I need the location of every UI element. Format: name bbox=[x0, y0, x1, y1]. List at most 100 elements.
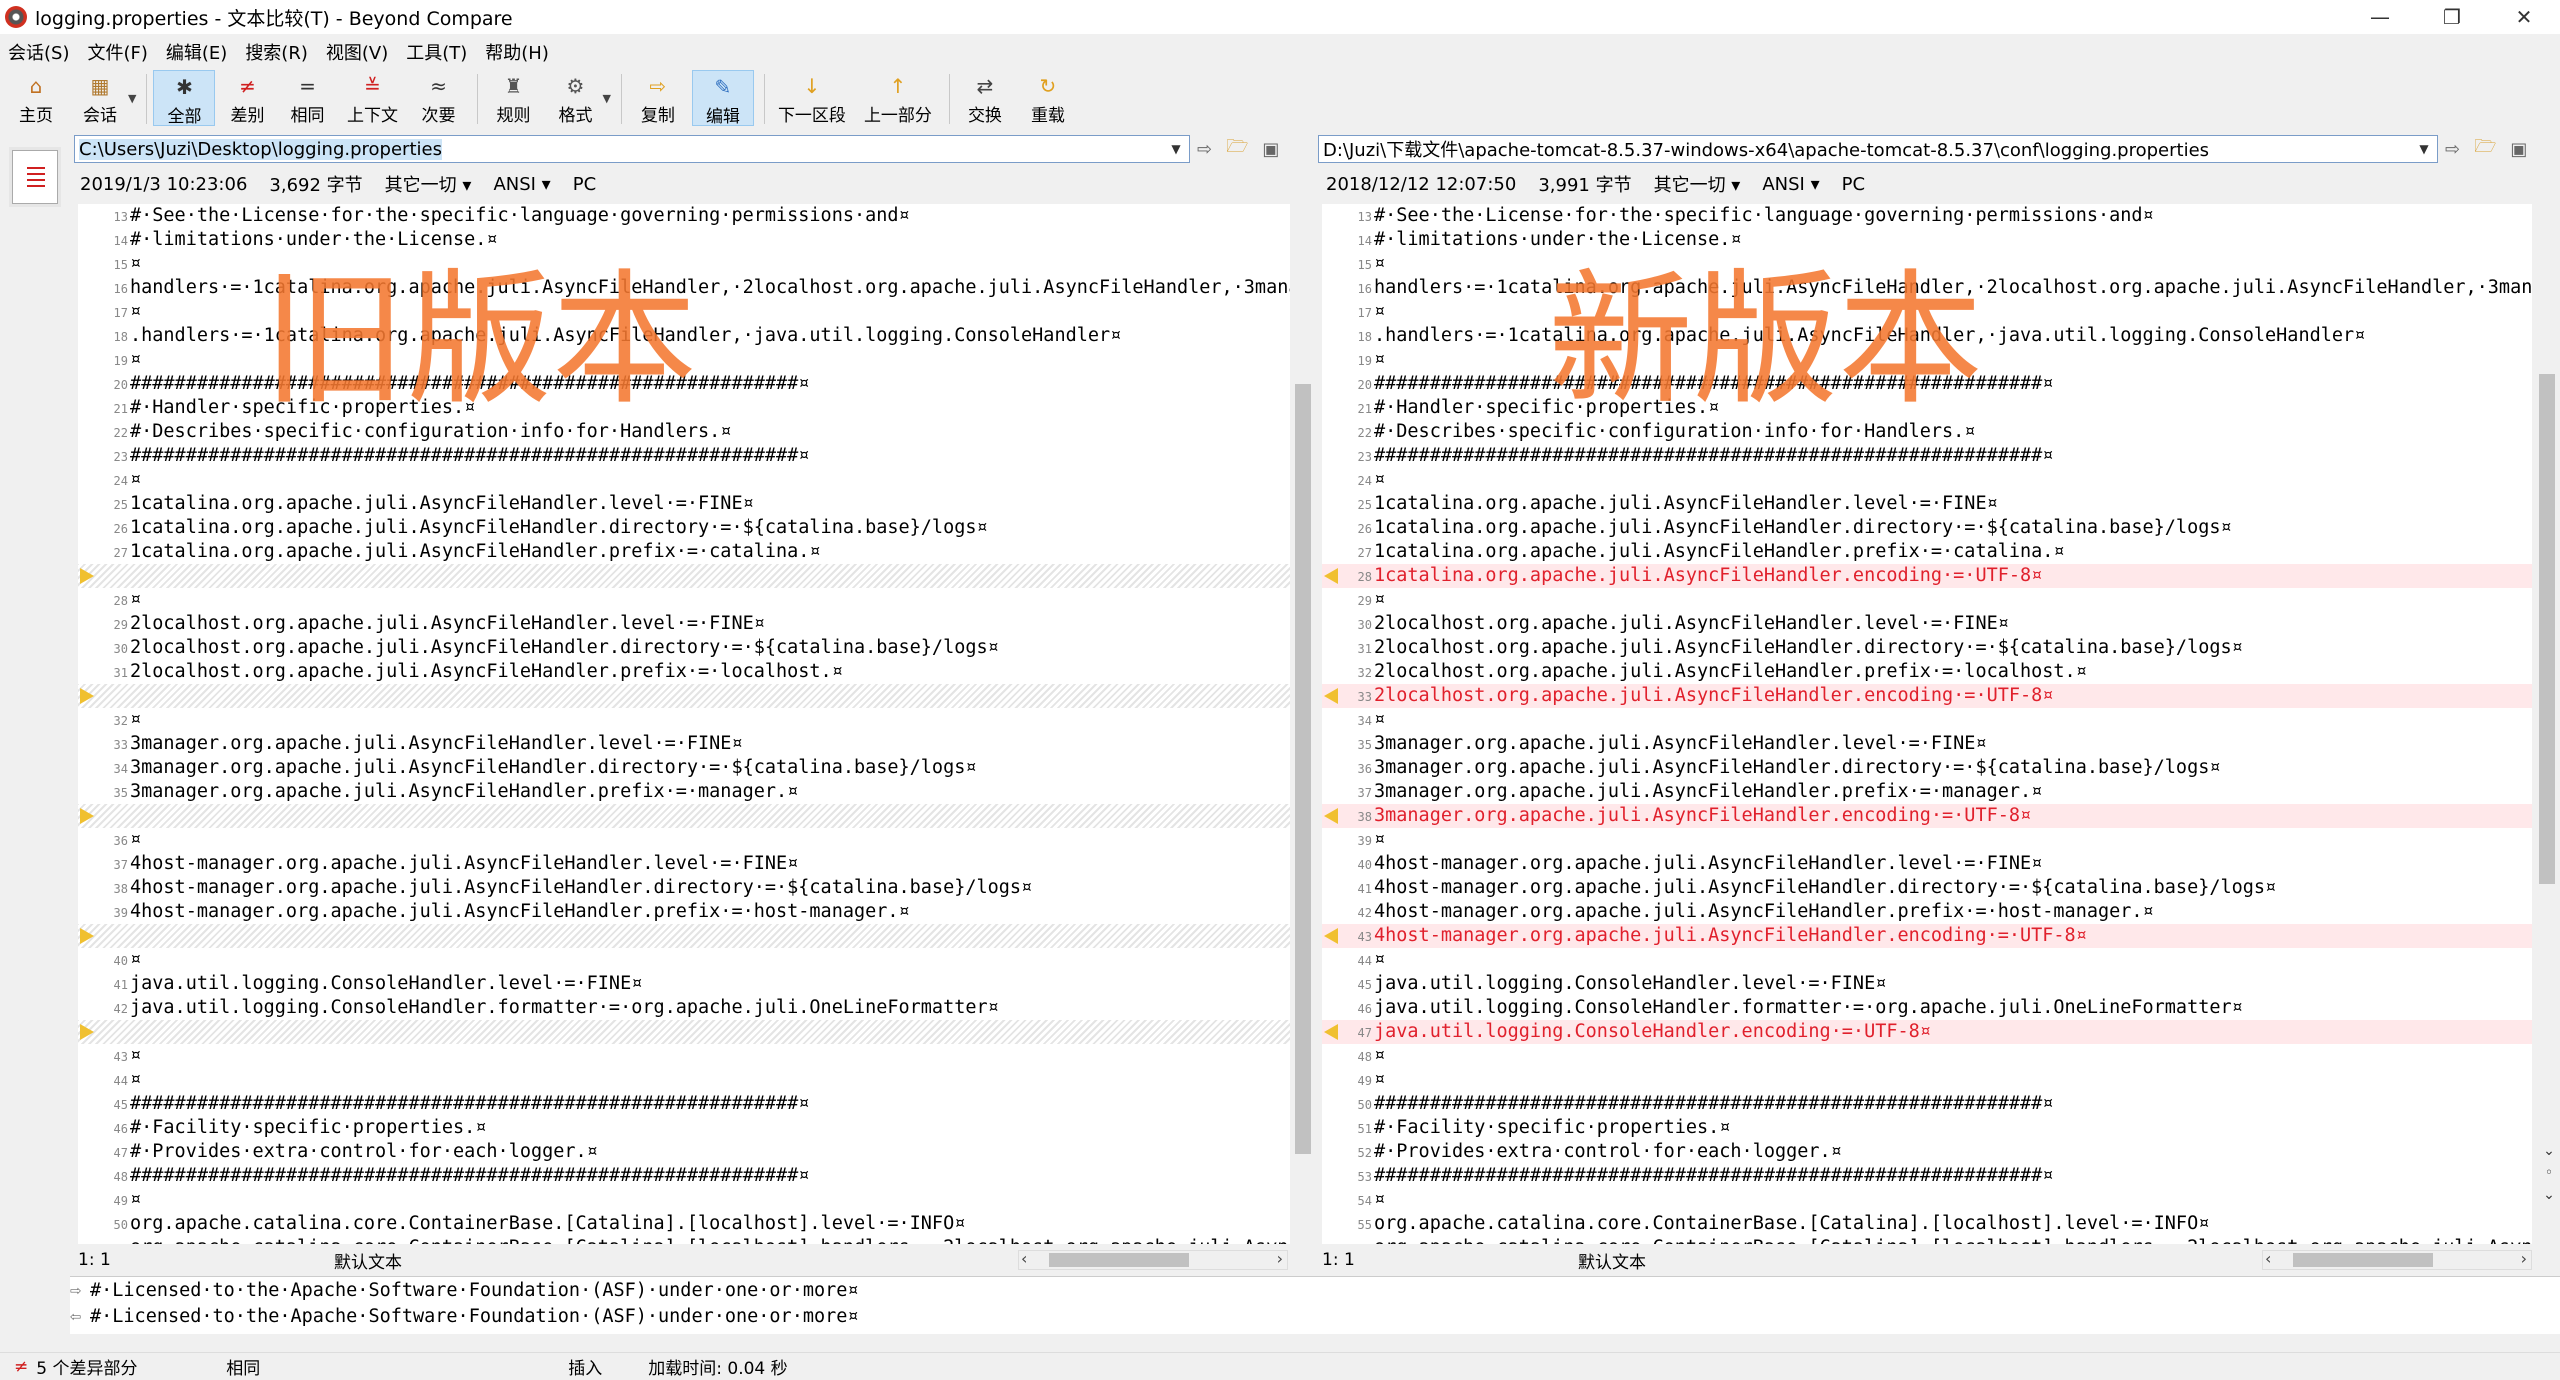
text-line[interactable]: 31 2localhost.org.apache.juli.AsyncFileHa… bbox=[78, 660, 1290, 684]
right-path-dropdown-icon[interactable]: ▼ bbox=[2411, 135, 2437, 163]
diff-line[interactable]: 47 java.util.logging.ConsoleHandler.encod… bbox=[1322, 1020, 2532, 1044]
text-line[interactable]: 19 ¤ bbox=[1322, 348, 2532, 372]
toolbar-button-6[interactable]: ≈ 次要 bbox=[409, 70, 467, 126]
text-line[interactable]: 30 2localhost.org.apache.juli.AsyncFileHa… bbox=[1322, 612, 2532, 636]
toolbar-dropdown-icon[interactable]: ▼ bbox=[128, 70, 136, 105]
right-format-label[interactable]: 默认文本 bbox=[1578, 1248, 1646, 1273]
missing-line-placeholder[interactable] bbox=[78, 804, 1290, 828]
text-line[interactable]: 32 ¤ bbox=[78, 708, 1290, 732]
text-line[interactable]: 30 2localhost.org.apache.juli.AsyncFileHa… bbox=[78, 636, 1290, 660]
toolbar-button-9[interactable]: ⇨ 复制 bbox=[628, 70, 688, 126]
text-line[interactable]: 14 #·limitations·under·the·License.¤ bbox=[78, 228, 1290, 252]
menu-item-2[interactable]: 编辑(E) bbox=[166, 39, 227, 65]
missing-line-placeholder[interactable] bbox=[78, 924, 1290, 948]
text-line[interactable]: 29 2localhost.org.apache.juli.AsyncFileHa… bbox=[78, 612, 1290, 636]
text-line[interactable]: 38 4host-manager.org.apache.juli.AsyncFil… bbox=[78, 876, 1290, 900]
left-format-label[interactable]: 默认文本 bbox=[334, 1248, 402, 1273]
diff-line[interactable]: 43 4host-manager.org.apache.juli.AsyncFil… bbox=[1322, 924, 2532, 948]
text-line[interactable]: 36 3manager.org.apache.juli.AsyncFileHand… bbox=[1322, 756, 2532, 780]
left-encoding-dropdown[interactable]: ANSI ▾ bbox=[493, 174, 550, 195]
left-scroll-thumb[interactable] bbox=[1295, 384, 1311, 1154]
text-line[interactable]: 17 ¤ bbox=[78, 300, 1290, 324]
minimize-button[interactable]: — bbox=[2344, 0, 2416, 34]
text-line[interactable]: 20 ######################################… bbox=[1322, 372, 2532, 396]
text-line[interactable]: 20 ######################################… bbox=[78, 372, 1290, 396]
right-scroll-right-icon[interactable]: › bbox=[2521, 1249, 2527, 1268]
toolbar-button-2[interactable]: ✱ 全部 bbox=[153, 70, 216, 127]
right-scroll-nav-icons[interactable]: ⌄ ◦ ⌄ bbox=[2538, 1140, 2560, 1206]
diff-line[interactable]: 28 1catalina.org.apache.juli.AsyncFileHan… bbox=[1322, 564, 2532, 588]
text-line[interactable]: 23 ######################################… bbox=[1322, 444, 2532, 468]
text-line[interactable]: 15 ¤ bbox=[1322, 252, 2532, 276]
text-line[interactable]: 24 ¤ bbox=[1322, 468, 2532, 492]
right-other-dropdown[interactable]: 其它一切 ▾ bbox=[1654, 171, 1741, 197]
text-line[interactable]: 41 4host-manager.org.apache.juli.AsyncFil… bbox=[1322, 876, 2532, 900]
text-line[interactable]: 21 #·Handler·specific·properties.¤ bbox=[1322, 396, 2532, 420]
text-line[interactable]: 15 ¤ bbox=[78, 252, 1290, 276]
left-back-icon[interactable]: ⇨ bbox=[1197, 139, 1212, 160]
text-line[interactable]: 50 org.apache.catalina.core.ContainerBase… bbox=[78, 1212, 1290, 1236]
copy-right-arrow-icon[interactable] bbox=[80, 568, 94, 584]
text-line[interactable]: 40 ¤ bbox=[78, 948, 1290, 972]
text-line[interactable]: 34 3manager.org.apache.juli.AsyncFileHand… bbox=[78, 756, 1290, 780]
left-path-dropdown-icon[interactable]: ▼ bbox=[1163, 135, 1189, 163]
text-line[interactable]: 47 #·Provides·extra·control·for·each·logg… bbox=[78, 1140, 1290, 1164]
text-compare-session-icon[interactable] bbox=[12, 150, 58, 204]
text-line[interactable]: 33 3manager.org.apache.juli.AsyncFileHand… bbox=[78, 732, 1290, 756]
right-horizontal-scrollbar[interactable]: ‹ › bbox=[2262, 1249, 2532, 1270]
text-line[interactable]: 45 java.util.logging.ConsoleHandler.level… bbox=[1322, 972, 2532, 996]
text-line[interactable]: 54 ¤ bbox=[1322, 1188, 2532, 1212]
diff-line[interactable]: 38 3manager.org.apache.juli.AsyncFileHand… bbox=[1322, 804, 2532, 828]
text-line[interactable]: 46 java.util.logging.ConsoleHandler.forma… bbox=[1322, 996, 2532, 1020]
maximize-button[interactable]: ❐ bbox=[2416, 0, 2488, 34]
missing-line-placeholder[interactable] bbox=[78, 564, 1290, 588]
text-line[interactable]: 40 4host-manager.org.apache.juli.AsyncFil… bbox=[1322, 852, 2532, 876]
toolbar-button-5[interactable]: ≚ 上下文 bbox=[339, 70, 405, 126]
text-line[interactable]: 39 4host-manager.org.apache.juli.AsyncFil… bbox=[78, 900, 1290, 924]
menu-item-6[interactable]: 帮助(H) bbox=[485, 39, 549, 65]
copy-right-arrow-icon[interactable] bbox=[80, 808, 94, 824]
right-scroll-left-icon[interactable]: ‹ bbox=[2265, 1249, 2271, 1268]
text-line[interactable]: 22 #·Describes·specific·configuration·inf… bbox=[78, 420, 1290, 444]
text-line[interactable]: 28 ¤ bbox=[78, 588, 1290, 612]
right-scroll-thumb[interactable] bbox=[2539, 374, 2555, 884]
text-line[interactable]: 37 3manager.org.apache.juli.AsyncFileHand… bbox=[1322, 780, 2532, 804]
left-other-dropdown[interactable]: 其它一切 ▾ bbox=[385, 171, 472, 197]
text-line[interactable]: 21 #·Handler·specific·properties.¤ bbox=[78, 396, 1290, 420]
right-path-input[interactable]: D:\Juzi\下载文件\apache-tomcat-8.5.37-window… bbox=[1318, 135, 2438, 163]
text-line[interactable]: 22 #·Describes·specific·configuration·inf… bbox=[1322, 420, 2532, 444]
copy-right-arrow-icon[interactable] bbox=[80, 1024, 94, 1040]
left-hscroll-thumb[interactable] bbox=[1049, 1253, 1189, 1267]
text-line[interactable]: 36 ¤ bbox=[78, 828, 1290, 852]
left-text-pane[interactable]: 13 #·See·the·License·for·the·specific·lan… bbox=[78, 204, 1290, 1244]
right-back-icon[interactable]: ⇨ bbox=[2445, 139, 2460, 160]
text-line[interactable]: 55 org.apache.catalina.core.ContainerBase… bbox=[1322, 1212, 2532, 1236]
text-line[interactable]: 37 4host-manager.org.apache.juli.AsyncFil… bbox=[78, 852, 1290, 876]
toolbar-button-0[interactable]: ⌂ 主页 bbox=[6, 70, 66, 126]
menu-item-3[interactable]: 搜索(R) bbox=[245, 39, 308, 65]
text-line[interactable]: 53 ######################################… bbox=[1322, 1164, 2532, 1188]
menu-item-0[interactable]: 会话(S) bbox=[8, 39, 69, 65]
text-line[interactable]: 17 ¤ bbox=[1322, 300, 2532, 324]
text-line[interactable]: 44 ¤ bbox=[1322, 948, 2532, 972]
toolbar-button-13[interactable]: ⇄ 交换 bbox=[956, 70, 1014, 126]
text-line[interactable]: 43 ¤ bbox=[78, 1044, 1290, 1068]
text-line[interactable]: 45 ######################################… bbox=[78, 1092, 1290, 1116]
right-hscroll-thumb[interactable] bbox=[2293, 1253, 2433, 1267]
left-horizontal-scrollbar[interactable]: ‹ › bbox=[1018, 1249, 1288, 1270]
toolbar-dropdown-icon[interactable]: ▼ bbox=[602, 70, 610, 105]
text-line[interactable]: 16 handlers·=·1catalina.org.apache.juli.A… bbox=[78, 276, 1290, 300]
text-line[interactable]: 13 #·See·the·License·for·the·specific·lan… bbox=[78, 204, 1290, 228]
text-line[interactable]: 14 #·limitations·under·the·License.¤ bbox=[1322, 228, 2532, 252]
left-save-icon[interactable]: ▣ bbox=[1262, 139, 1279, 160]
close-button[interactable]: ✕ bbox=[2488, 0, 2560, 34]
text-line[interactable]: 18 .handlers·=·1catalina.org.apache.juli.… bbox=[78, 324, 1290, 348]
text-line[interactable]: 16 handlers·=·1catalina.org.apache.juli.A… bbox=[1322, 276, 2532, 300]
left-line-ending[interactable]: PC bbox=[573, 174, 596, 195]
toolbar-button-12[interactable]: ↑ 上一部分 bbox=[857, 70, 939, 126]
menu-item-1[interactable]: 文件(F) bbox=[87, 39, 147, 65]
text-line[interactable]: 35 3manager.org.apache.juli.AsyncFileHand… bbox=[78, 780, 1290, 804]
text-line[interactable]: 48 ¤ bbox=[1322, 1044, 2532, 1068]
left-scroll-right-icon[interactable]: › bbox=[1277, 1249, 1283, 1268]
text-line[interactable]: 44 ¤ bbox=[78, 1068, 1290, 1092]
